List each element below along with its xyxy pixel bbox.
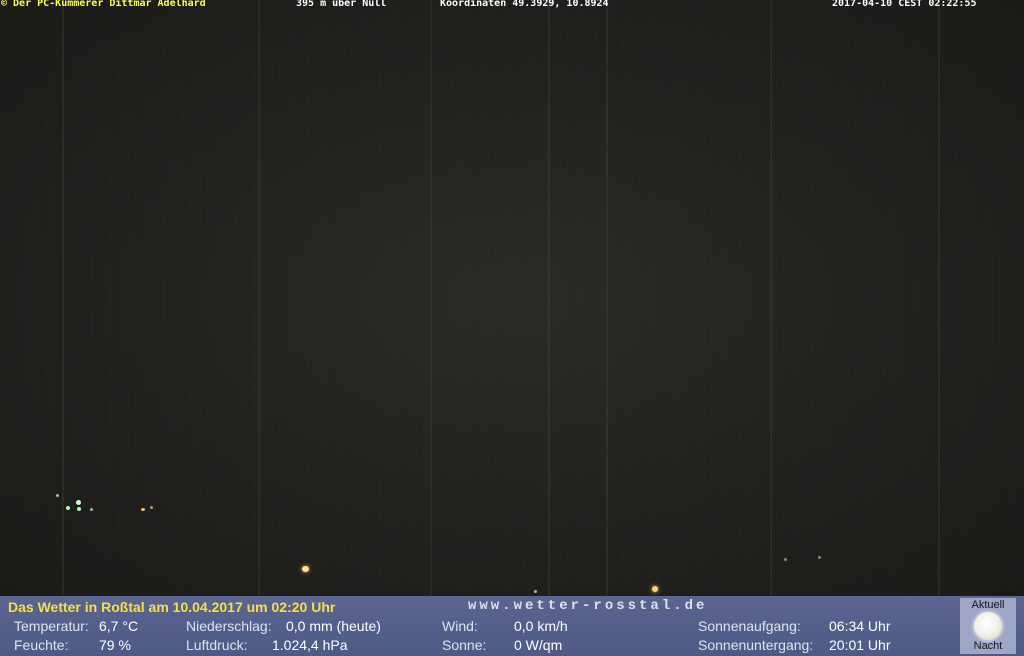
pressure-label: Luftdruck: [186,637,248,653]
sunrise-label: Sonnenaufgang: [698,618,801,634]
sensor-stripe [62,0,64,596]
coordinates-label: Koordinaten 49.3929, 10.8924 [440,0,609,9]
precipitation-value: 0,0 mm (heute) [286,618,381,634]
moon-current-label: Aktuell [971,599,1005,611]
distant-light [77,507,81,511]
humidity-value: 79 % [99,637,131,653]
sun-label: Sonne: [442,637,487,653]
distant-light [534,590,537,593]
distant-light [818,556,821,559]
distant-light [76,500,81,505]
sensor-stripe [430,0,432,596]
humidity-label: Feuchte: [14,637,69,653]
moon-phase-panel: Aktuell Nacht [960,598,1016,654]
temperature-value: 6,7 °C [99,618,139,634]
sunset-label: Sonnenuntergang: [698,637,814,653]
distant-light [90,508,93,511]
pressure-value: 1.024,4 hPa [272,637,348,653]
wind-label: Wind: [442,618,478,634]
distant-light [56,494,59,497]
altitude-label: 395 m über Null [296,0,387,9]
owner-credit: © Der PC-Kümmerer Dittmar Adelhard [1,0,206,9]
moon-night-label: Nacht [973,640,1003,652]
temperature-label: Temperatur: [14,618,89,634]
sensor-stripe [258,0,260,596]
weather-info-bar: Das Wetter in Roßtal am 10.04.2017 um 02… [0,596,1024,656]
precipitation-label: Niederschlag: [186,618,272,634]
wind-value: 0,0 km/h [514,618,568,634]
sensor-stripe [770,0,772,596]
sun-value: 0 W/qm [514,637,563,653]
distant-light [150,506,153,509]
distant-light [652,586,658,592]
full-moon-icon [974,612,1002,640]
sensor-stripe [938,0,940,596]
website-link[interactable]: www.wetter-rosstal.de [468,598,707,614]
timestamp-label: 2017-04-10 CEST 02:22:55 [832,0,977,9]
night-sky-noise [0,0,1024,596]
webcam-image: © Der PC-Kümmerer Dittmar Adelhard 395 m… [0,0,1024,656]
sensor-stripe [548,0,550,596]
distant-light [784,558,787,561]
weather-headline: Das Wetter in Roßtal am 10.04.2017 um 02… [8,599,336,615]
sunset-value: 20:01 Uhr [829,637,891,653]
camera-info-overlay: © Der PC-Kümmerer Dittmar Adelhard 395 m… [0,0,1024,10]
distant-light [66,506,70,510]
distant-light [141,508,145,511]
sensor-stripe [606,0,608,596]
distant-light [302,566,309,572]
sunrise-value: 06:34 Uhr [829,618,891,634]
